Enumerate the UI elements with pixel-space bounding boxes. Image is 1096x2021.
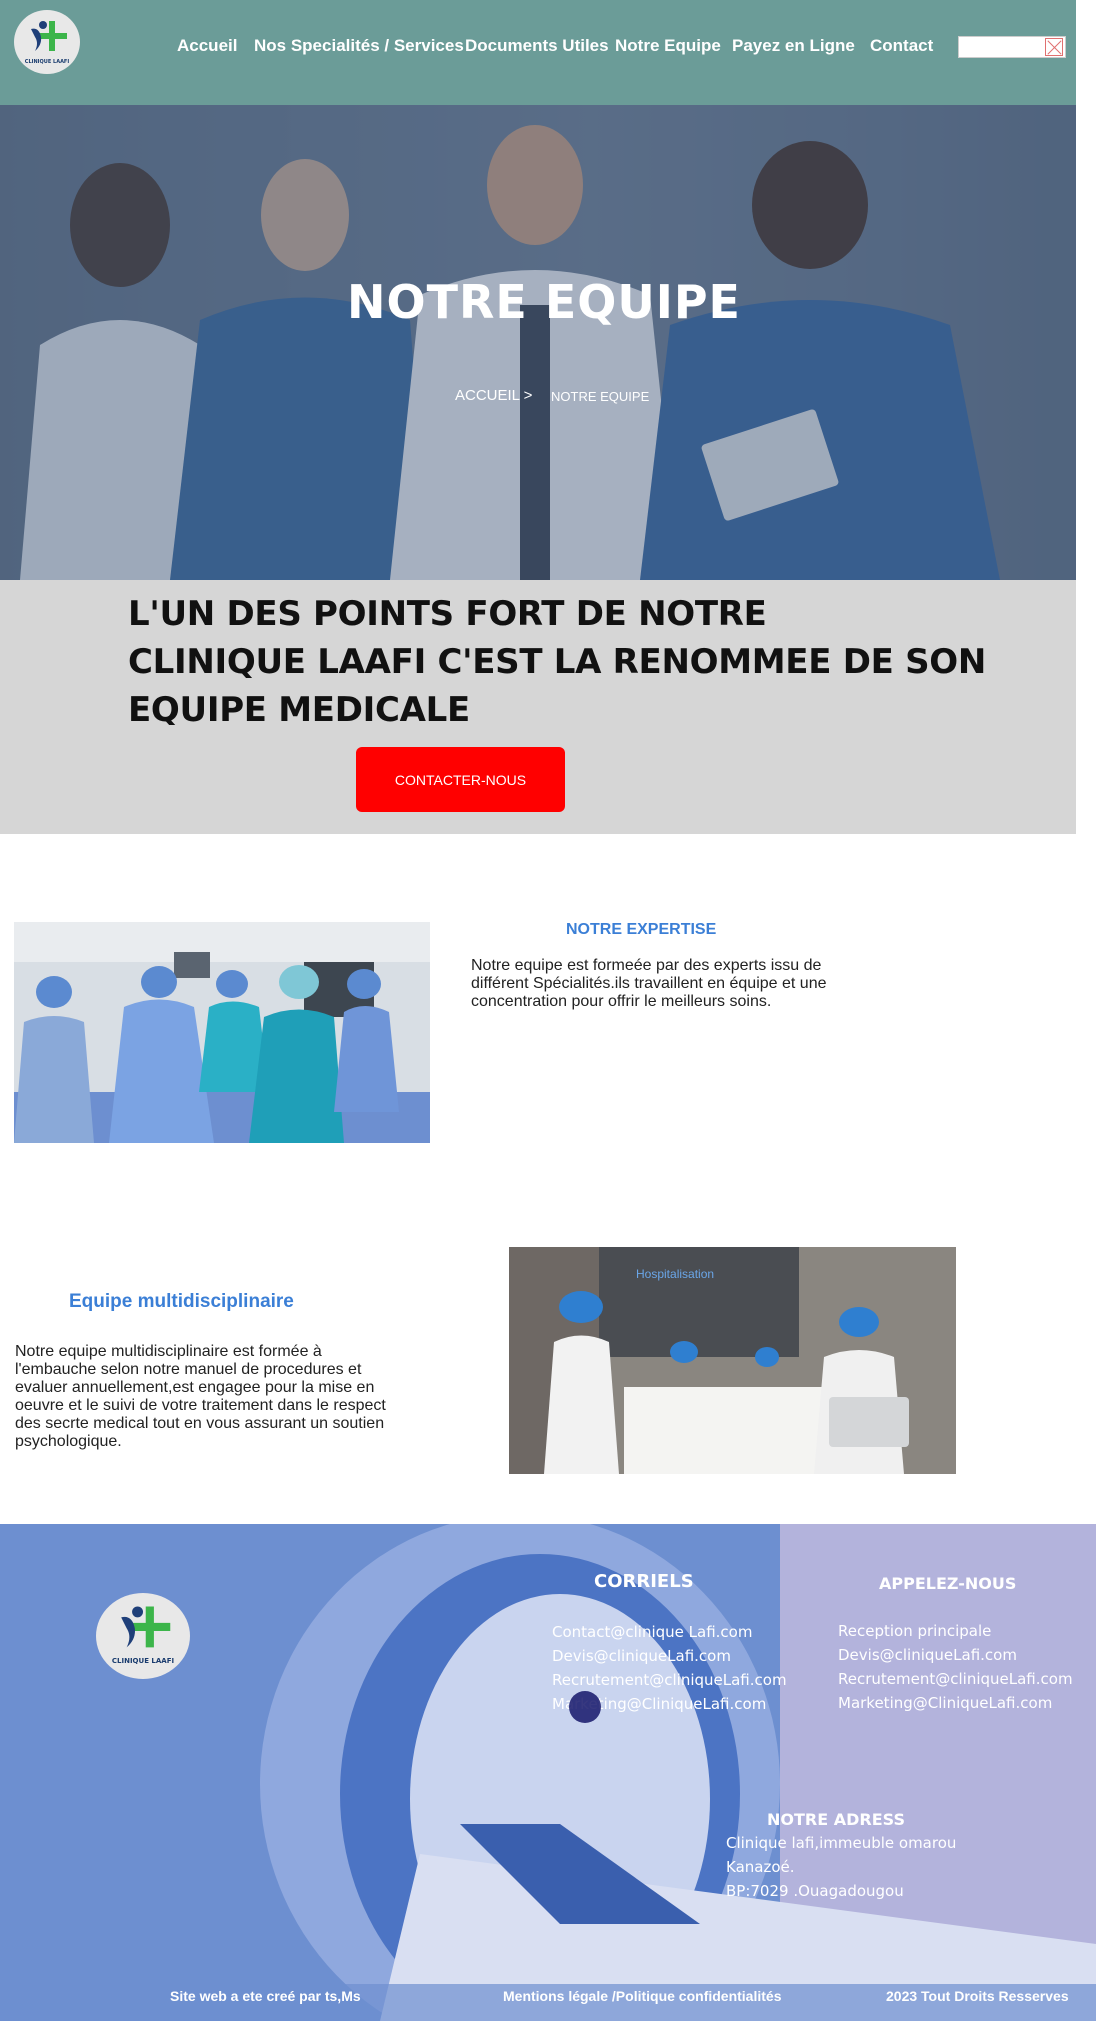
multi-text-line-4: oeuvre et le suivi de votre traitement d… [15, 1397, 386, 1414]
address-line-1: Clinique lafi,immeuble omarou [726, 1834, 957, 1852]
breadcrumb-current: NOTRE EQUIPE [551, 389, 650, 404]
email-contact[interactable]: Contact@clinique Lafi.com [552, 1623, 752, 1641]
search-box [958, 36, 1066, 58]
call-marketing[interactable]: Marketing@CliniqueLafi.com [838, 1694, 1052, 1712]
banner-line-2: CLINIQUE LAAFI C'EST LA RENOMMEE DE SON [128, 642, 987, 682]
logo-icon [121, 1606, 171, 1648]
multi-text: Notre equipe multidisciplinaire est form… [15, 1343, 386, 1451]
surgery-photo [14, 922, 430, 1143]
expertise-text: Notre equipe est formeée par des experts… [471, 957, 826, 1011]
close-icon[interactable] [1045, 38, 1063, 56]
call-reception: Reception principale [838, 1622, 992, 1640]
nav-documents[interactable]: Documents Utiles [465, 36, 609, 56]
footer-rights: 2023 Tout Droits Resserves [886, 1988, 1069, 2004]
hero-overlay [0, 105, 1076, 580]
multi-text-line-1: Notre equipe multidisciplinaire est form… [15, 1343, 322, 1360]
site-header: CLINIQUE LAAFI Accueil Nos Specialités /… [0, 0, 1076, 105]
banner-text: L'UN DES POINTS FORT DE NOTRE CLINIQUE L… [0, 580, 1076, 725]
banner-line-1: L'UN DES POINTS FORT DE NOTRE [128, 594, 767, 634]
multi-text-line-3: evaluer annuellement,est engagee pour la… [15, 1379, 375, 1396]
multi-title: Equipe multidisciplinaire [69, 1291, 294, 1312]
footer-credit: Site web a ete creé par ts,Ms [170, 1988, 361, 2004]
email-devis[interactable]: Devis@cliniqueLafi.com [552, 1647, 731, 1665]
logo-icon [31, 21, 67, 52]
highlight-banner: L'UN DES POINTS FORT DE NOTRE CLINIQUE L… [0, 580, 1076, 834]
nav-specialites[interactable]: Nos Specialités / Services [254, 36, 464, 56]
nav-accueil[interactable]: Accueil [177, 36, 237, 56]
expertise-title: NOTRE EXPERTISE [566, 921, 717, 938]
call-title: APPELEZ-NOUS [879, 1574, 1017, 1593]
site-logo[interactable]: CLINIQUE LAAFI [14, 10, 80, 74]
hero-section: NOTRE EQUIPE ACCUEIL > NOTRE EQUIPE [0, 105, 1076, 580]
address-line-2: Kanazoé. [726, 1858, 795, 1876]
call-recrutement[interactable]: Recrutement@cliniqueLafi.com [838, 1670, 1073, 1688]
emails-title: CORRIELS [594, 1571, 694, 1592]
site-footer: CLINIQUE LAAFI CORRIELS Contact@clinique… [0, 1524, 1096, 2021]
contact-button[interactable]: CONTACTER-NOUS [356, 747, 565, 812]
multi-text-line-5: des secrte medical tout en vous assurant… [15, 1415, 385, 1432]
page-title: NOTRE EQUIPE [347, 275, 741, 329]
call-devis[interactable]: Devis@cliniqueLafi.com [838, 1646, 1017, 1664]
nav-payez[interactable]: Payez en Ligne [732, 36, 855, 56]
nav-contact[interactable]: Contact [870, 36, 933, 56]
expertise-text-line-1: Notre equipe est formeée par des experts… [471, 957, 822, 974]
logo-label: CLINIQUE LAAFI [24, 59, 70, 65]
expertise-text-line-2: différent Spécialités.ils travaillent en… [471, 975, 827, 992]
email-recrutement[interactable]: Recrutement@cliniqueLafi.com [552, 1671, 787, 1689]
reception-photo: Hospitalisation [509, 1247, 956, 1474]
address-title: NOTRE ADRESS [767, 1810, 905, 1829]
expertise-text-line-3: concentration pour offrir le meilleurs s… [471, 993, 772, 1010]
footer-legal-link[interactable]: Mentions légale /Politique confidentiali… [503, 1988, 781, 2004]
footer-logo-label: CLINIQUE LAAFI [111, 1657, 175, 1665]
nav-equipe[interactable]: Notre Equipe [615, 36, 721, 56]
banner-line-3: EQUIPE MEDICALE [128, 690, 470, 725]
footer-logo[interactable]: CLINIQUE LAAFI [96, 1593, 190, 1679]
hospitalisation-sign: Hospitalisation [636, 1267, 715, 1281]
cursor-dot [569, 1691, 601, 1723]
search-input[interactable] [959, 37, 1043, 57]
breadcrumb-home[interactable]: ACCUEIL > [455, 387, 532, 404]
address-line-3: BP:7029 .Ouagadougou [726, 1882, 904, 1900]
multi-text-line-2: l'embauche selon notre manuel de procedu… [15, 1361, 362, 1378]
multi-text-line-6: psychologique. [15, 1433, 122, 1450]
